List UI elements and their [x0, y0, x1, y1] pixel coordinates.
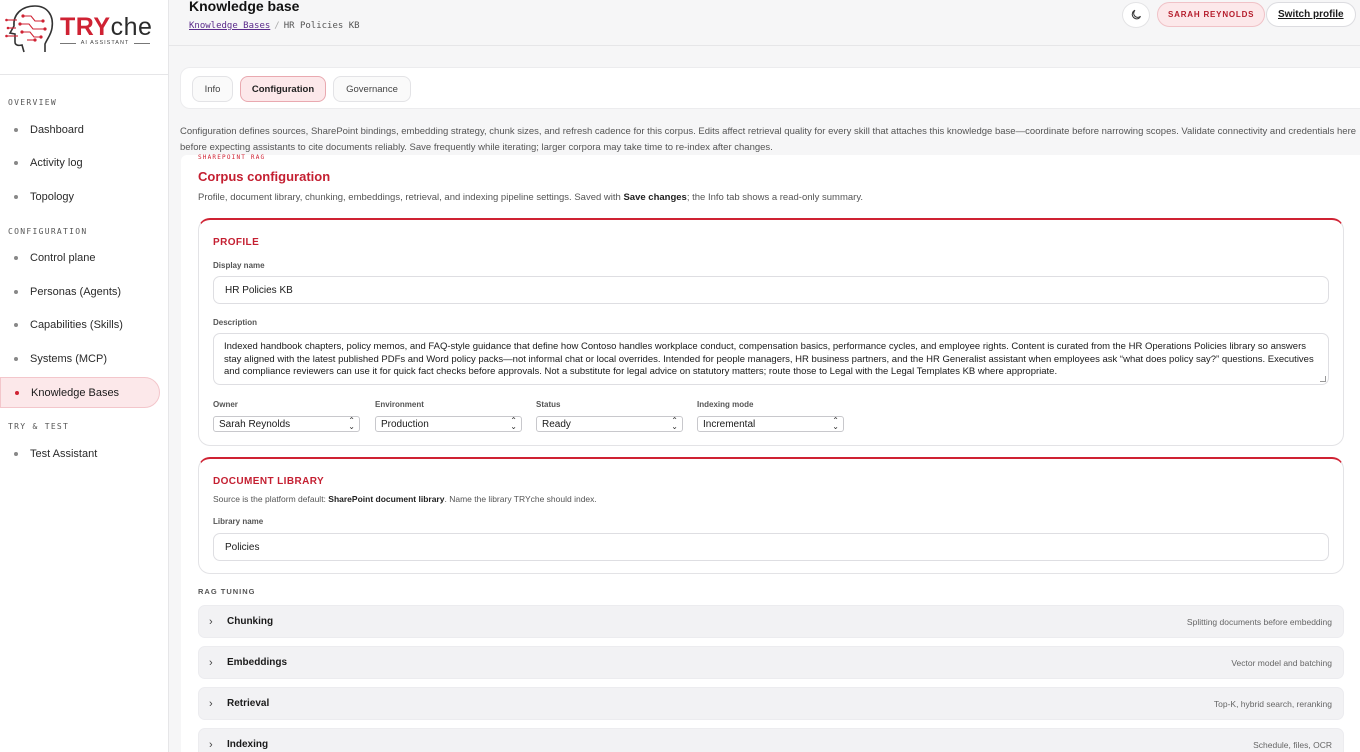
display-name-input[interactable]: HR Policies KB [213, 276, 1329, 304]
library-name-input[interactable]: Policies [213, 533, 1329, 561]
switch-profile-button[interactable]: Switch profile [1266, 2, 1356, 27]
resize-handle-icon[interactable] [1320, 376, 1326, 382]
bullet-icon [15, 390, 19, 395]
description-label: Description [213, 318, 258, 327]
tab-governance[interactable]: Governance [333, 76, 411, 102]
document-library-title: DOCUMENT LIBRARY [213, 476, 325, 487]
bullet-icon [14, 127, 18, 132]
environment-select[interactable]: Production ⌃ ⌄ [375, 416, 522, 432]
user-badge[interactable]: SARAH REYNOLDS [1157, 2, 1266, 27]
nav-section-configuration: CONFIGURATION [8, 227, 88, 236]
sidebar-item-test-assistant[interactable]: Test Assistant [0, 438, 160, 469]
brand-name: TRYche [60, 13, 153, 41]
sidebar-item-personas[interactable]: Personas (Agents) [0, 276, 160, 307]
moon-icon [1131, 9, 1141, 20]
header-divider [169, 45, 1360, 46]
select-arrows-icon: ⌃ ⌄ [510, 416, 517, 431]
sidebar-item-activity-log[interactable]: Activity log [0, 147, 160, 178]
chevron-right-icon: › [209, 697, 213, 710]
breadcrumb-current: HR Policies KB [283, 21, 360, 31]
indexing-mode-label: Indexing mode [697, 400, 754, 409]
sidebar-item-capabilities[interactable]: Capabilities (Skills) [0, 309, 160, 340]
corpus-title: Corpus configuration [198, 169, 331, 184]
sidebar-item-topology[interactable]: Topology [0, 181, 160, 212]
chevron-right-icon: › [209, 615, 213, 628]
bullet-icon [14, 322, 18, 327]
indexing-mode-select[interactable]: Incremental ⌃ ⌄ [697, 416, 844, 432]
document-library-card: DOCUMENT LIBRARY Source is the platform … [198, 457, 1344, 574]
profile-card: PROFILE Display name HR Policies KB Desc… [198, 218, 1344, 446]
tab-info[interactable]: Info [192, 76, 233, 102]
display-name-label: Display name [213, 261, 265, 270]
select-arrows-icon: ⌃ ⌄ [348, 416, 355, 431]
sidebar-item-knowledge-bases[interactable]: Knowledge Bases [0, 377, 160, 408]
brand-logo[interactable]: TRYche AI ASSISTANT [0, 0, 168, 75]
library-name-label: Library name [213, 517, 264, 526]
sidebar-item-control-plane[interactable]: Control plane [0, 242, 160, 273]
intro-text: Configuration defines sources, SharePoin… [180, 126, 1357, 153]
description-textarea[interactable]: Indexed handbook chapters, policy memos,… [213, 333, 1329, 385]
chevron-right-icon: › [209, 656, 213, 669]
owner-select[interactable]: Sarah Reynolds ⌃ ⌄ [213, 416, 360, 432]
bullet-icon [14, 356, 18, 361]
accordion-embeddings[interactable]: › Embeddings Vector model and batching [198, 646, 1344, 679]
corpus-eyebrow: SHAREPOINT RAG [198, 154, 266, 159]
brand-tagline: AI ASSISTANT [60, 40, 150, 46]
bullet-icon [14, 289, 18, 294]
sidebar: TRYche AI ASSISTANT OVERVIEW Dashboard A… [0, 0, 169, 752]
tab-bar: Info Configuration Governance [180, 67, 1360, 109]
rag-tuning-label: RAG TUNING [198, 587, 256, 596]
owner-label: Owner [213, 400, 238, 409]
page-title: Knowledge base [189, 0, 300, 14]
accordion-indexing[interactable]: › Indexing Schedule, files, OCR [198, 728, 1344, 752]
sidebar-item-dashboard[interactable]: Dashboard [0, 114, 160, 145]
profile-title: PROFILE [213, 237, 260, 248]
chevron-right-icon: › [209, 738, 213, 751]
breadcrumb-link-knowledge-bases[interactable]: Knowledge Bases [189, 21, 270, 31]
tab-configuration[interactable]: Configuration [240, 76, 326, 102]
accordion-chunking[interactable]: › Chunking Splitting documents before embe… [198, 605, 1344, 638]
corpus-description: Profile, document library, chunking, emb… [198, 192, 864, 203]
bullet-icon [14, 160, 18, 165]
nav-section-overview: OVERVIEW [8, 98, 57, 107]
theme-toggle-button[interactable] [1122, 2, 1150, 28]
environment-label: Environment [375, 400, 424, 409]
select-arrows-icon: ⌃ ⌄ [832, 416, 839, 431]
bullet-icon [14, 255, 18, 260]
brain-head-icon [5, 5, 54, 53]
sidebar-item-systems[interactable]: Systems (MCP) [0, 343, 160, 374]
bullet-icon [14, 451, 18, 456]
status-select[interactable]: Ready ⌃ ⌄ [536, 416, 683, 432]
select-arrows-icon: ⌃ ⌄ [671, 416, 678, 431]
bullet-icon [14, 194, 18, 199]
status-label: Status [536, 400, 561, 409]
accordion-retrieval[interactable]: › Retrieval Top-K, hybrid search, rerankin… [198, 687, 1344, 720]
document-library-subtitle: Source is the platform default: SharePoi… [213, 494, 597, 504]
nav-section-try-test: TRY & TEST [8, 422, 70, 431]
breadcrumb: Knowledge Bases / HR Policies KB [189, 21, 360, 31]
